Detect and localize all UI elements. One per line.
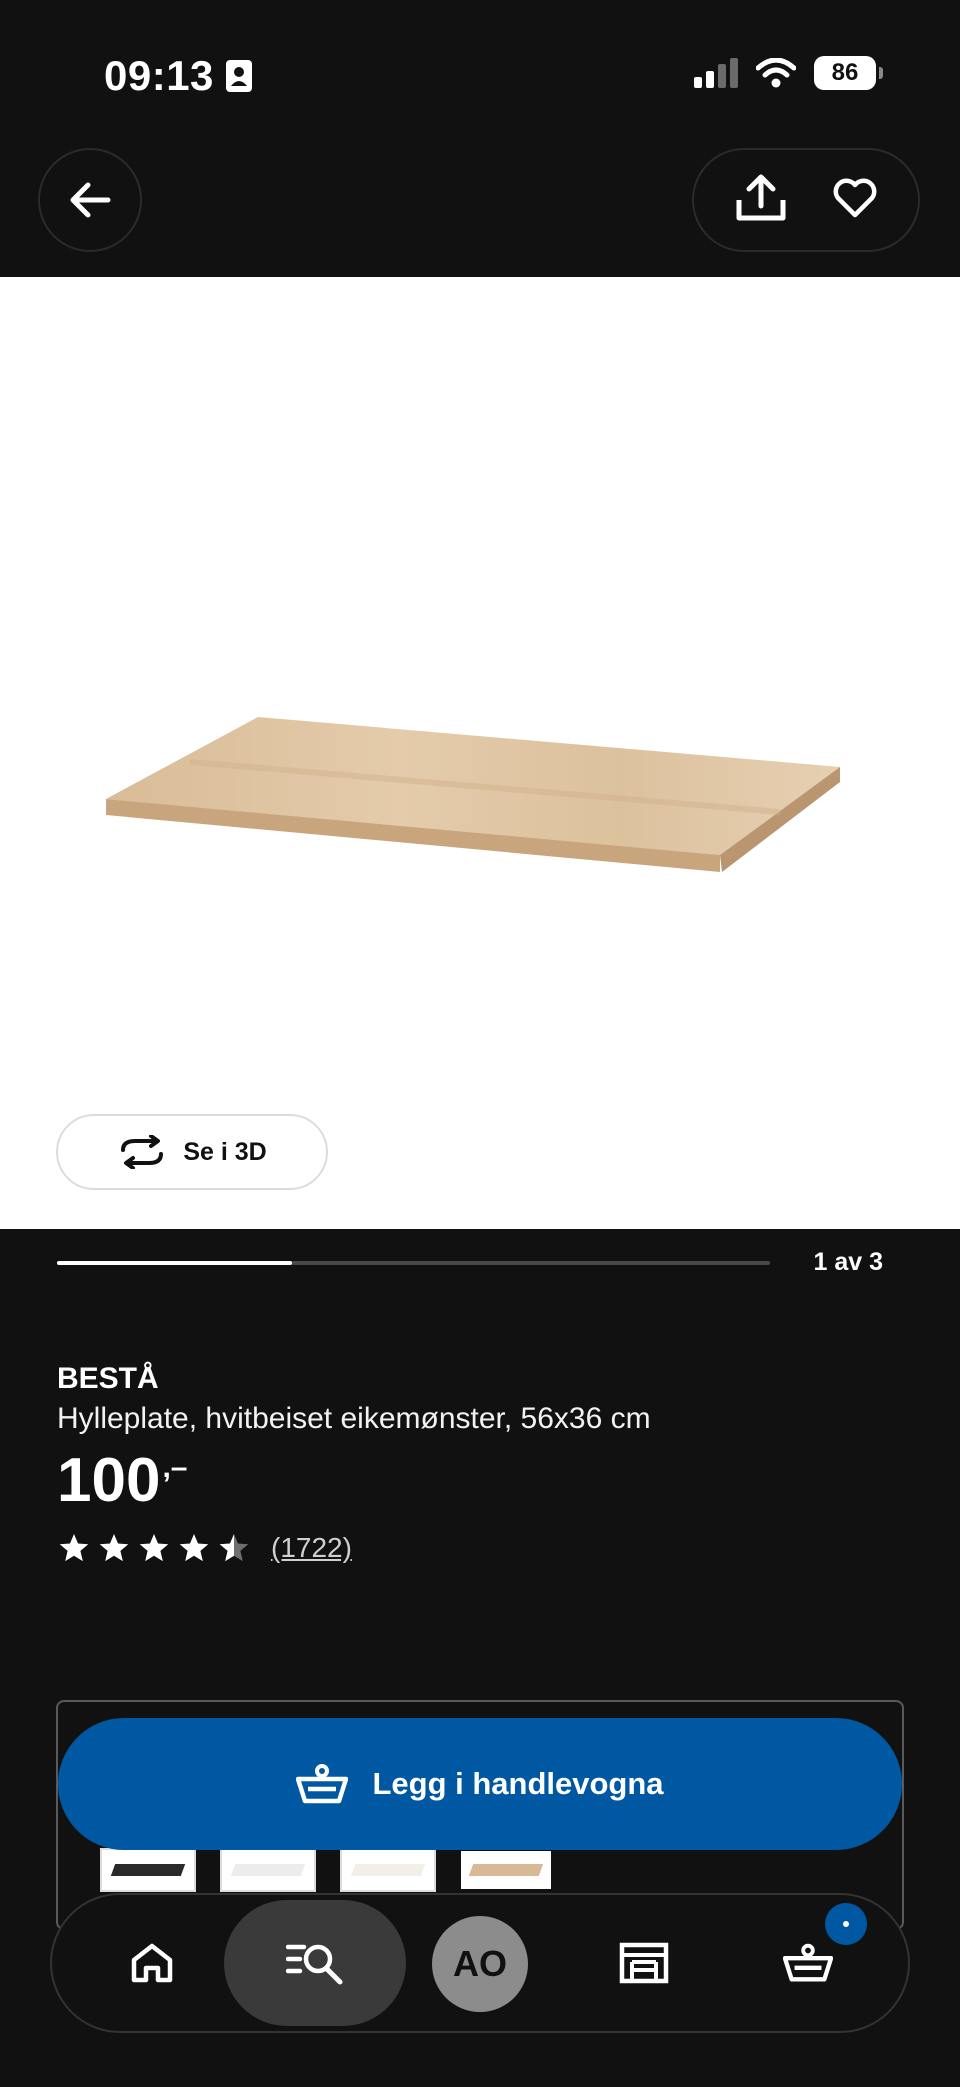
- price-value: 100: [57, 1446, 161, 1515]
- rotate-3d-icon: [121, 1135, 164, 1169]
- nav-search[interactable]: [224, 1900, 406, 2026]
- star-icon: [139, 1534, 169, 1562]
- nav-cart[interactable]: [778, 1933, 838, 1993]
- review-count-link[interactable]: (1722): [271, 1532, 352, 1564]
- back-button[interactable]: [38, 148, 142, 252]
- product-brand: BESTÅ: [57, 1362, 159, 1395]
- star-icon: [59, 1534, 89, 1562]
- nav-profile-avatar[interactable]: AO: [432, 1916, 528, 2012]
- add-to-cart-label: Legg i handlevogna: [372, 1766, 664, 1801]
- variant-swatch-black[interactable]: [100, 1848, 196, 1892]
- favorite-button[interactable]: [833, 178, 877, 223]
- clock: 09:13: [104, 52, 214, 99]
- view-3d-label: Se i 3D: [183, 1137, 267, 1166]
- price-suffix: ,–: [162, 1451, 188, 1484]
- basket-icon: [783, 1943, 833, 1982]
- basket-icon: [296, 1764, 349, 1804]
- variant-swatch-white-oak[interactable]: [340, 1848, 436, 1892]
- search-list-icon: [286, 1944, 343, 1985]
- battery-level: 86: [831, 59, 859, 86]
- store-icon: [619, 1942, 669, 1984]
- heart-icon: [833, 178, 877, 217]
- wifi-icon: [756, 58, 796, 88]
- product-description: Hylleplate, hvitbeiset eikemønster, 56x3…: [57, 1402, 651, 1435]
- share-button[interactable]: [735, 174, 787, 227]
- contact-card-icon: [225, 60, 252, 92]
- share-icon: [736, 174, 786, 220]
- signal-icon: [694, 58, 738, 88]
- status-indicators: 86: [694, 56, 883, 90]
- cart-badge-dot: [843, 1921, 849, 1927]
- add-to-cart-button[interactable]: Legg i handlevogna: [58, 1718, 902, 1850]
- star-icon: [99, 1534, 129, 1562]
- gallery-progress: [57, 1261, 770, 1265]
- home-icon: [131, 1943, 173, 1983]
- status-time: 09:13: [104, 52, 252, 100]
- gallery-progress-fill: [57, 1261, 293, 1265]
- product-rating[interactable]: (1722): [57, 1532, 352, 1564]
- gallery-page-indicator: 1 av 3: [813, 1248, 883, 1276]
- battery-indicator: 86: [814, 56, 883, 90]
- nav-home[interactable]: [122, 1933, 182, 1993]
- product-image: [106, 717, 840, 872]
- variant-swatch-oak-selected[interactable]: [458, 1848, 554, 1892]
- header-actions: [692, 148, 920, 252]
- star-icon: [179, 1534, 209, 1562]
- view-3d-button[interactable]: Se i 3D: [56, 1114, 328, 1190]
- product-image-gallery[interactable]: [0, 277, 960, 1229]
- nav-stores[interactable]: [614, 1933, 674, 1993]
- variant-swatch-white[interactable]: [220, 1848, 316, 1892]
- avatar-initials: AO: [453, 1943, 507, 1984]
- half-star-icon: [219, 1534, 249, 1562]
- cart-badge: [825, 1903, 867, 1945]
- arrow-left-icon: [70, 182, 111, 218]
- product-price: 100 ,–: [57, 1445, 187, 1516]
